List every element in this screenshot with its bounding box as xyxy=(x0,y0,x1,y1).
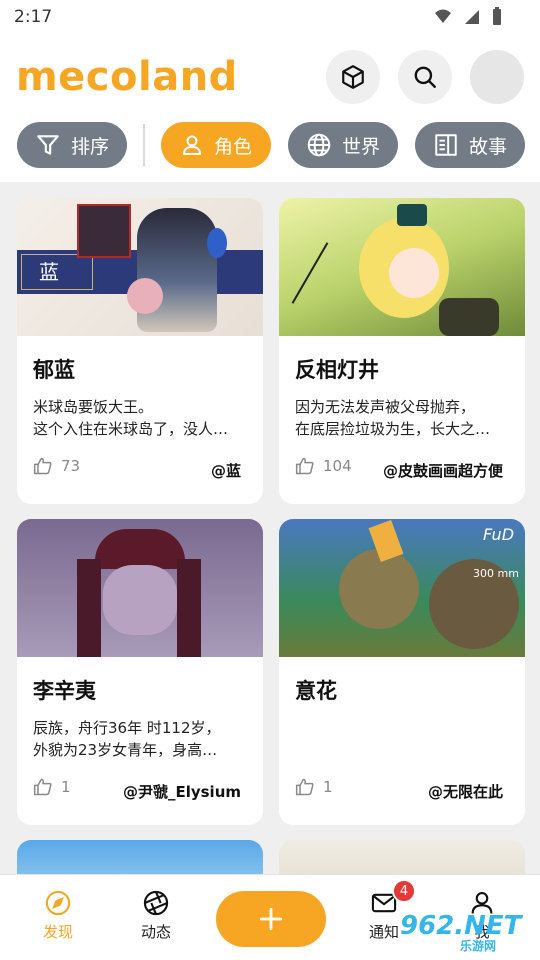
character-feed[interactable]: 蓝 郁蓝 米球岛要饭大王。 这个入住在米球岛了，没人… 73 @蓝 反相灯井 因… xyxy=(0,182,540,874)
card-author[interactable]: @无限在此 xyxy=(428,781,503,802)
like-count: 1 xyxy=(61,778,71,796)
search-button[interactable] xyxy=(398,50,452,104)
card-image: FuD 300 mm xyxy=(279,519,525,657)
like-button[interactable]: 1 xyxy=(295,777,333,797)
card-description-line: 外貌为23岁女青年，身高… xyxy=(33,741,218,759)
like-button[interactable]: 73 xyxy=(33,456,80,476)
card-author[interactable]: @皮鼓画画超方便 xyxy=(383,460,503,481)
like-button[interactable]: 104 xyxy=(295,456,352,476)
thumbs-up-icon xyxy=(33,778,52,796)
card-image-label: FuD xyxy=(483,525,515,544)
compass-icon xyxy=(45,890,71,916)
tab-activity-label: 动态 xyxy=(140,923,171,941)
bottom-navigation: 发现 动态 通知 4 我 962.NET 乐游网 xyxy=(0,874,540,960)
card-image xyxy=(279,198,525,336)
world-chip-label: 世界 xyxy=(341,135,380,158)
card-author[interactable]: @蓝 xyxy=(211,460,241,481)
status-time: 2:17 xyxy=(14,7,53,27)
card-title: 反相灯井 xyxy=(295,358,379,382)
card-description: 因为无法发声被父母抛弃， 在底层捡垃圾为生，长大之… xyxy=(295,396,511,440)
card-description-line: 辰族，舟行36年 时112岁， xyxy=(33,719,221,737)
card-title: 李辛夷 xyxy=(33,679,96,703)
thumbs-up-icon xyxy=(295,457,314,475)
battery-icon xyxy=(493,7,501,25)
character-card[interactable]: FuD 300 mm 意花 1 @无限在此 xyxy=(279,519,525,825)
card-image-label: 蓝 xyxy=(39,260,59,284)
thumbs-up-icon xyxy=(33,457,52,475)
filter-divider xyxy=(143,124,145,166)
signal-icon xyxy=(465,10,479,24)
filter-bar: 排序 角色 世界 故事 xyxy=(0,122,540,168)
like-button[interactable]: 1 xyxy=(33,777,71,797)
like-count: 1 xyxy=(323,778,333,796)
cube-button[interactable] xyxy=(326,50,380,104)
tab-notifications-label: 通知 xyxy=(368,923,399,941)
wifi-icon xyxy=(435,9,451,23)
card-author[interactable]: @尹虢_Elysium xyxy=(123,781,241,802)
sort-chip[interactable]: 排序 xyxy=(17,122,127,168)
sort-chip-label: 排序 xyxy=(70,135,109,158)
story-chip[interactable]: 故事 xyxy=(415,122,525,168)
character-card-partial[interactable] xyxy=(279,840,525,874)
card-description-line: 因为无法发声被父母抛弃， xyxy=(295,398,476,416)
top-app-bar: mecoland 排序 角色 世界 故事 xyxy=(0,36,540,182)
character-chip-label: 角色 xyxy=(213,135,252,158)
tab-discover[interactable]: 发现 xyxy=(18,889,98,942)
character-card[interactable]: 蓝 郁蓝 米球岛要饭大王。 这个入住在米球岛了，没人… 73 @蓝 xyxy=(17,198,263,504)
person-icon xyxy=(182,135,201,155)
card-description-line: 这个入住在米球岛了，没人… xyxy=(33,420,229,438)
like-count: 73 xyxy=(61,457,81,475)
card-description: 米球岛要饭大王。 这个入住在米球岛了，没人… xyxy=(33,396,249,440)
character-card[interactable]: 李辛夷 辰族，舟行36年 时112岁， 外貌为23岁女青年，身高… 1 @尹虢_… xyxy=(17,519,263,825)
card-image: 蓝 xyxy=(17,198,263,336)
card-title: 意花 xyxy=(295,679,337,703)
character-card-partial[interactable] xyxy=(17,840,263,874)
character-card[interactable]: 反相灯井 因为无法发声被父母抛弃， 在底层捡垃圾为生，长大之… 104 @皮鼓画… xyxy=(279,198,525,504)
card-image xyxy=(17,519,263,657)
thumbs-up-icon xyxy=(295,778,314,796)
filter-icon xyxy=(37,135,59,155)
plus-icon xyxy=(259,907,283,931)
card-description-line: 在底层捡垃圾为生，长大之… xyxy=(295,420,491,438)
site-watermark: 962.NET 乐游网 xyxy=(400,911,521,954)
story-chip-label: 故事 xyxy=(468,135,507,158)
card-image-label: 300 mm xyxy=(473,567,519,580)
search-icon xyxy=(414,66,436,88)
status-bar: 2:17 xyxy=(0,0,540,36)
world-chip[interactable]: 世界 xyxy=(288,122,398,168)
card-title: 郁蓝 xyxy=(33,358,75,382)
tab-discover-label: 发现 xyxy=(42,923,73,941)
character-chip[interactable]: 角色 xyxy=(161,122,271,168)
book-icon xyxy=(435,134,457,156)
status-icons xyxy=(434,6,502,26)
cube-icon xyxy=(342,65,364,89)
aperture-icon xyxy=(143,890,169,916)
create-button[interactable] xyxy=(216,891,326,947)
card-description: 辰族，舟行36年 时112岁， 外貌为23岁女青年，身高… xyxy=(33,717,249,761)
tab-activity[interactable]: 动态 xyxy=(116,889,196,942)
notification-badge: 4 xyxy=(392,879,416,903)
like-count: 104 xyxy=(323,457,352,475)
globe-icon xyxy=(307,133,331,157)
card-description-line: 米球岛要饭大王。 xyxy=(33,398,154,416)
avatar[interactable] xyxy=(470,50,524,104)
app-logo: mecoland xyxy=(16,54,238,100)
